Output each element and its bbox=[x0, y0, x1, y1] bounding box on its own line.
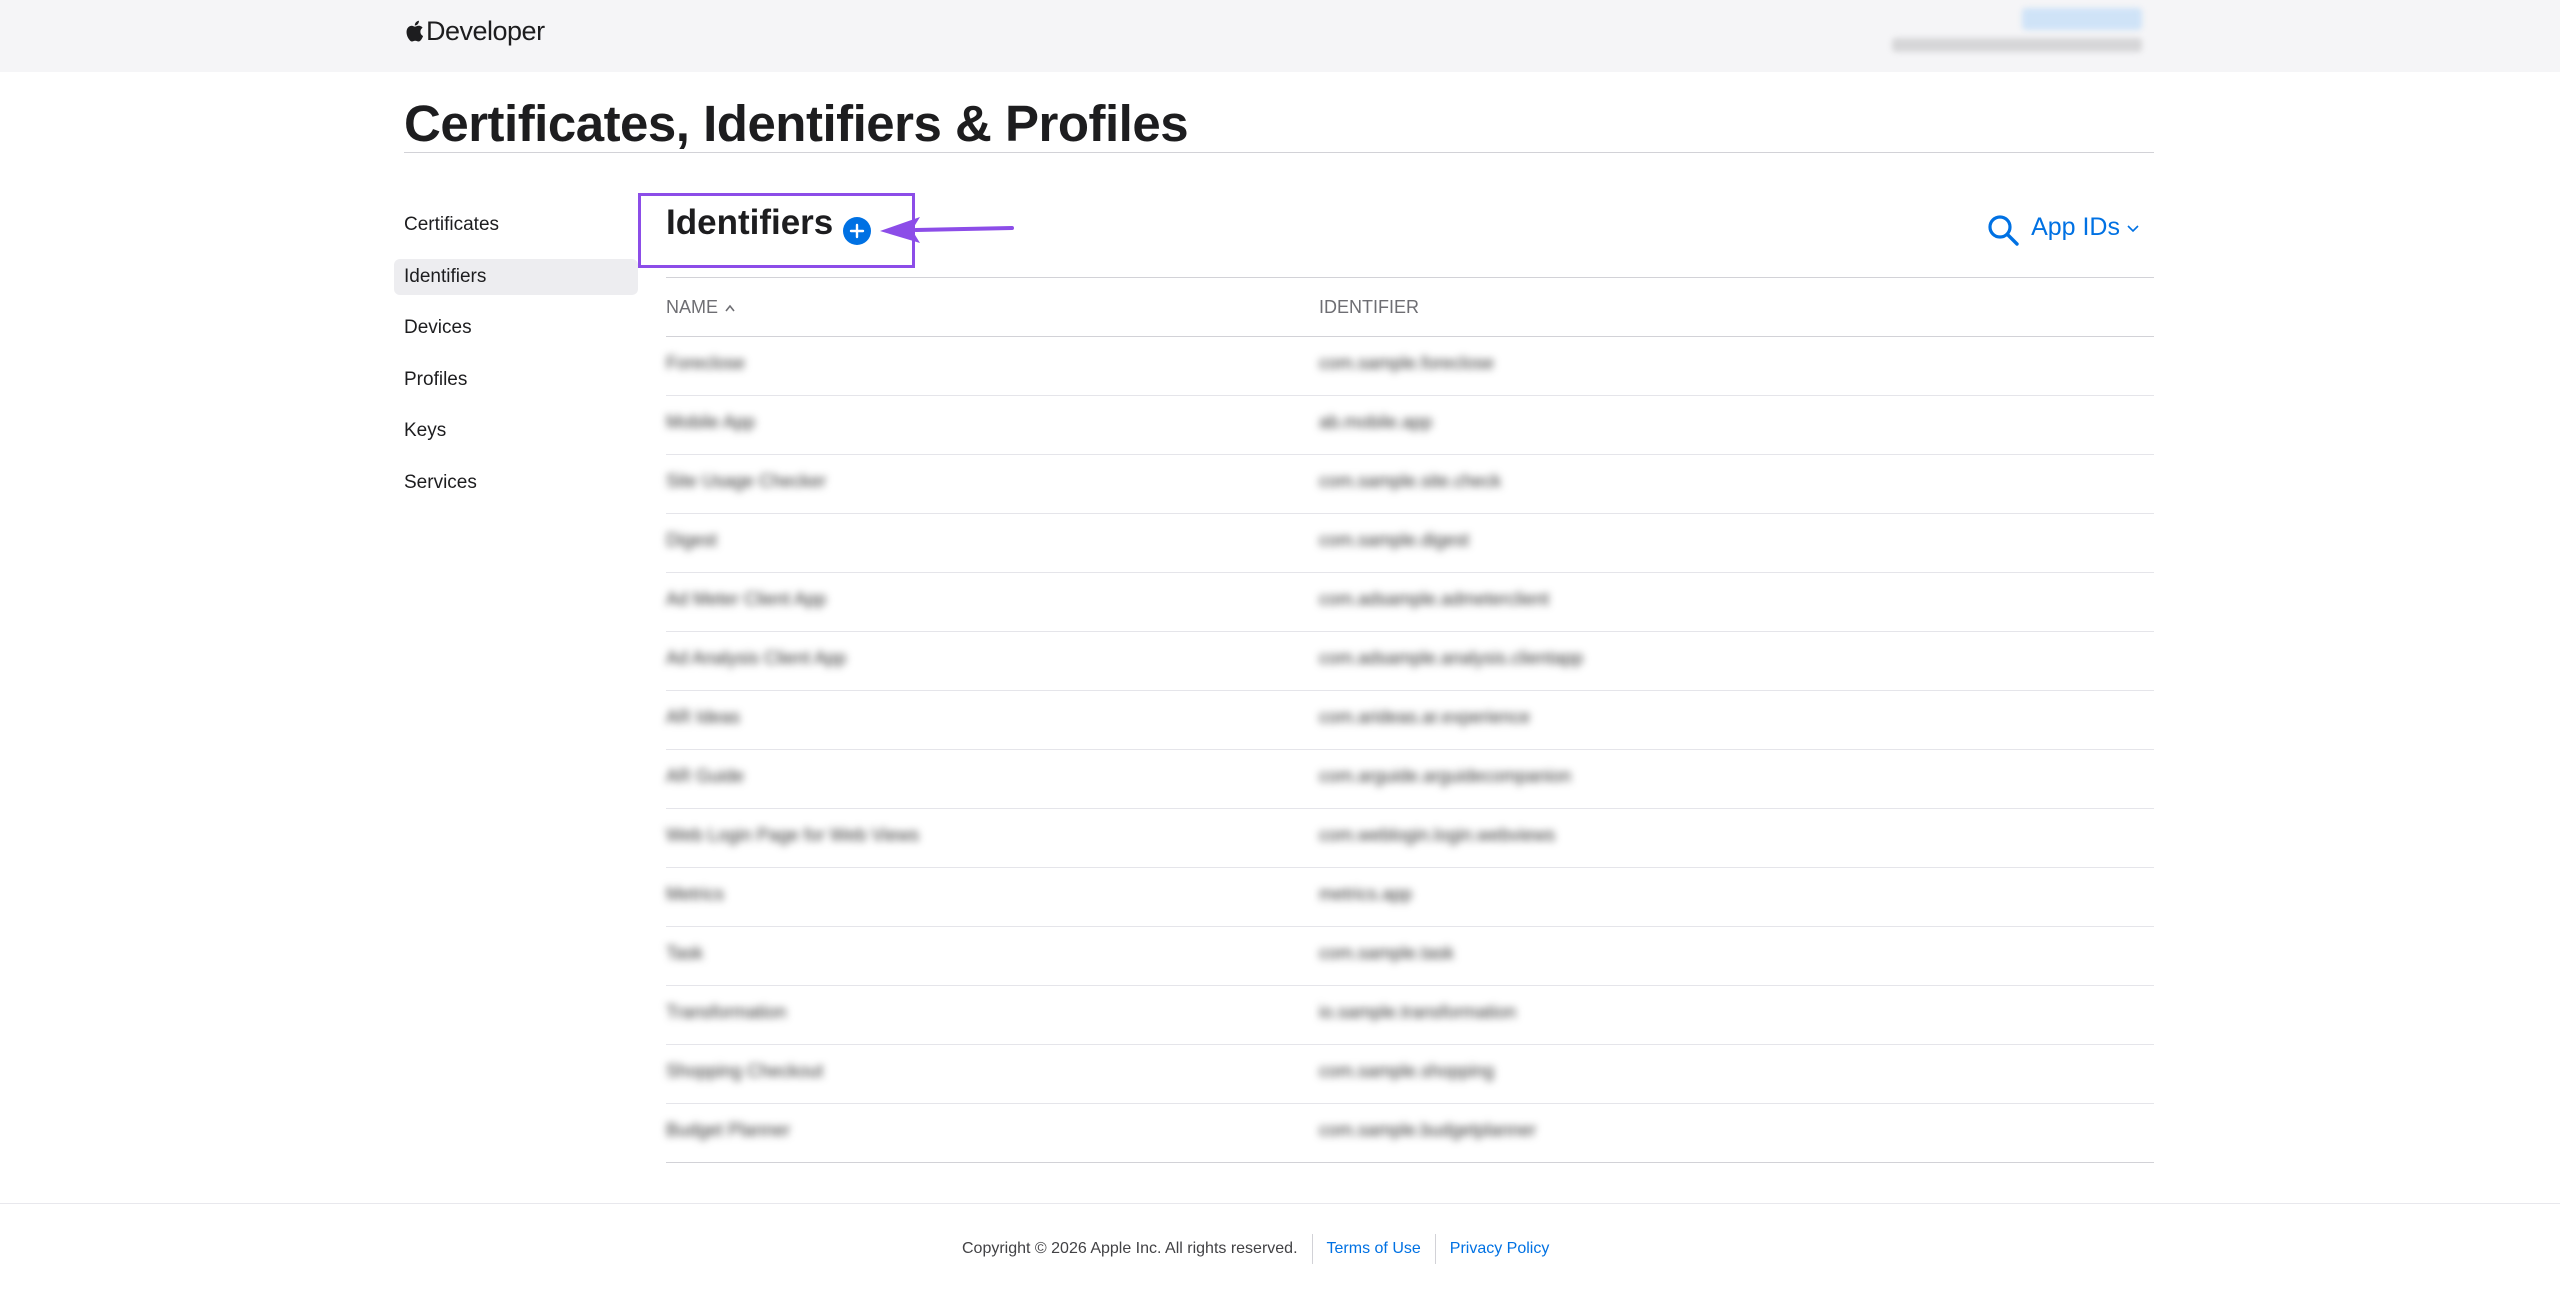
add-identifier-button[interactable] bbox=[843, 217, 871, 245]
sidebar-item-devices[interactable]: Devices bbox=[394, 310, 638, 346]
row-name: Budget Planner bbox=[666, 1120, 791, 1140]
filter-label: App IDs bbox=[2031, 213, 2120, 241]
table-row[interactable]: AR Guide com.arguide.arguidecompanion bbox=[666, 750, 2154, 809]
global-nav: Developer bbox=[0, 0, 2560, 72]
table-row[interactable]: Digest com.sample.digest bbox=[666, 514, 2154, 573]
search-icon[interactable] bbox=[1986, 213, 2020, 247]
sidebar-item-services[interactable]: Services bbox=[394, 465, 638, 501]
table-row[interactable]: Ad Meter Client App com.adsample.admeterc… bbox=[666, 573, 2154, 632]
row-identifier: ab.mobile.app bbox=[1319, 412, 1433, 432]
row-identifier: com.arideas.ar.experience bbox=[1319, 707, 1531, 727]
row-name: Ad Meter Client App bbox=[666, 589, 827, 609]
sort-ascending-icon bbox=[725, 304, 735, 311]
table-row[interactable]: Web Login Page for Web Views com.weblogin… bbox=[666, 809, 2154, 868]
footer-links: Copyright © 2026 Apple Inc. All rights r… bbox=[962, 1234, 1549, 1264]
row-identifier: com.sample.shopping bbox=[1319, 1061, 1495, 1081]
row-name: Mobile App bbox=[666, 412, 756, 432]
page-title: Certificates, Identifiers & Profiles bbox=[404, 95, 1189, 152]
table-row[interactable]: Metrics metrics.app bbox=[666, 868, 2154, 927]
table-row[interactable]: Foreclose com.sample.foreclose bbox=[666, 337, 2154, 396]
row-identifier: com.sample.site.check bbox=[1319, 471, 1502, 491]
sidebar-item-certificates[interactable]: Certificates bbox=[394, 207, 638, 243]
sidebar-item-profiles[interactable]: Profiles bbox=[394, 362, 638, 398]
row-identifier: com.arguide.arguidecompanion bbox=[1319, 766, 1572, 786]
row-name: Site Usage Checker bbox=[666, 471, 827, 491]
developer-logo[interactable]: Developer bbox=[404, 14, 545, 48]
table-row[interactable]: Task com.sample.task bbox=[666, 927, 2154, 986]
row-name: Digest bbox=[666, 530, 718, 550]
table-row[interactable]: Shopping Checkout com.sample.shopping bbox=[666, 1045, 2154, 1104]
table-row[interactable]: Transformation io.sample.transformation bbox=[666, 986, 2154, 1045]
chevron-down-icon bbox=[2127, 224, 2139, 232]
table-row[interactable]: Budget Planner com.sample.budgetplanner bbox=[666, 1104, 2154, 1163]
privacy-policy-link[interactable]: Privacy Policy bbox=[1450, 1240, 1550, 1258]
row-identifier: com.sample.digest bbox=[1319, 530, 1470, 550]
row-name: Foreclose bbox=[666, 353, 746, 373]
row-name: AR Guide bbox=[666, 766, 745, 786]
apple-logo-icon bbox=[406, 20, 424, 42]
sidebar-item-identifiers[interactable]: Identifiers bbox=[394, 258, 638, 295]
account-link-blurred[interactable] bbox=[2022, 8, 2142, 30]
table-row[interactable]: Site Usage Checker com.sample.site.check bbox=[666, 455, 2154, 514]
row-name: Web Login Page for Web Views bbox=[666, 825, 920, 845]
row-name: Shopping Checkout bbox=[666, 1061, 824, 1081]
sidebar: Certificates Identifiers Devices Profile… bbox=[394, 207, 638, 516]
column-header-name[interactable]: NAME bbox=[666, 297, 736, 318]
team-name-blurred bbox=[1892, 38, 2142, 52]
divider bbox=[404, 152, 2154, 153]
footer: Copyright © 2026 Apple Inc. All rights r… bbox=[0, 1203, 2560, 1307]
section-title: Identifiers bbox=[666, 203, 834, 242]
divider bbox=[1434, 1234, 1436, 1264]
copyright-text: Copyright © 2026 Apple Inc. All rights r… bbox=[962, 1240, 1298, 1257]
row-name: AR Ideas bbox=[666, 707, 741, 727]
row-identifier: com.sample.budgetplanner bbox=[1319, 1120, 1537, 1140]
panel-header: Identifiers App IDs bbox=[638, 193, 2154, 279]
row-identifier: io.sample.transformation bbox=[1319, 1002, 1517, 1022]
divider bbox=[666, 277, 2154, 278]
row-identifier: com.sample.task bbox=[1319, 943, 1455, 963]
sidebar-item-keys[interactable]: Keys bbox=[394, 413, 638, 449]
logo-text: Developer bbox=[426, 15, 545, 46]
annotation-arrow-icon bbox=[880, 217, 1014, 243]
row-identifier: metrics.app bbox=[1319, 884, 1413, 904]
row-name: Ad Analysis Client App bbox=[666, 648, 847, 668]
plus-icon bbox=[849, 223, 865, 239]
table-row[interactable]: Mobile App ab.mobile.app bbox=[666, 396, 2154, 455]
row-identifier: com.adsample.analysis.clientapp bbox=[1319, 648, 1584, 668]
identifiers-table-body: Foreclose com.sample.foreclose Mobile App… bbox=[666, 337, 2154, 1163]
table-row[interactable]: AR Ideas com.arideas.ar.experience bbox=[666, 691, 2154, 750]
row-name: Transformation bbox=[666, 1002, 787, 1022]
table-row[interactable]: Ad Analysis Client App com.adsample.analy… bbox=[666, 632, 2154, 691]
identifiers-panel: Identifiers App IDs NAME IDENTIFIER Fore… bbox=[638, 193, 2154, 1163]
row-name: Task bbox=[666, 943, 704, 963]
row-identifier: com.weblogin.login.webviews bbox=[1319, 825, 1556, 845]
table-header: NAME IDENTIFIER bbox=[666, 297, 2154, 329]
divider bbox=[1311, 1234, 1313, 1264]
row-identifier: com.adsample.admeterclient bbox=[1319, 589, 1550, 609]
row-identifier: com.sample.foreclose bbox=[1319, 353, 1495, 373]
row-name: Metrics bbox=[666, 884, 724, 904]
column-name-label: NAME bbox=[666, 297, 719, 317]
terms-of-use-link[interactable]: Terms of Use bbox=[1327, 1240, 1421, 1258]
app-ids-filter-dropdown[interactable]: App IDs bbox=[2031, 213, 2140, 242]
column-header-identifier[interactable]: IDENTIFIER bbox=[1319, 297, 1419, 318]
